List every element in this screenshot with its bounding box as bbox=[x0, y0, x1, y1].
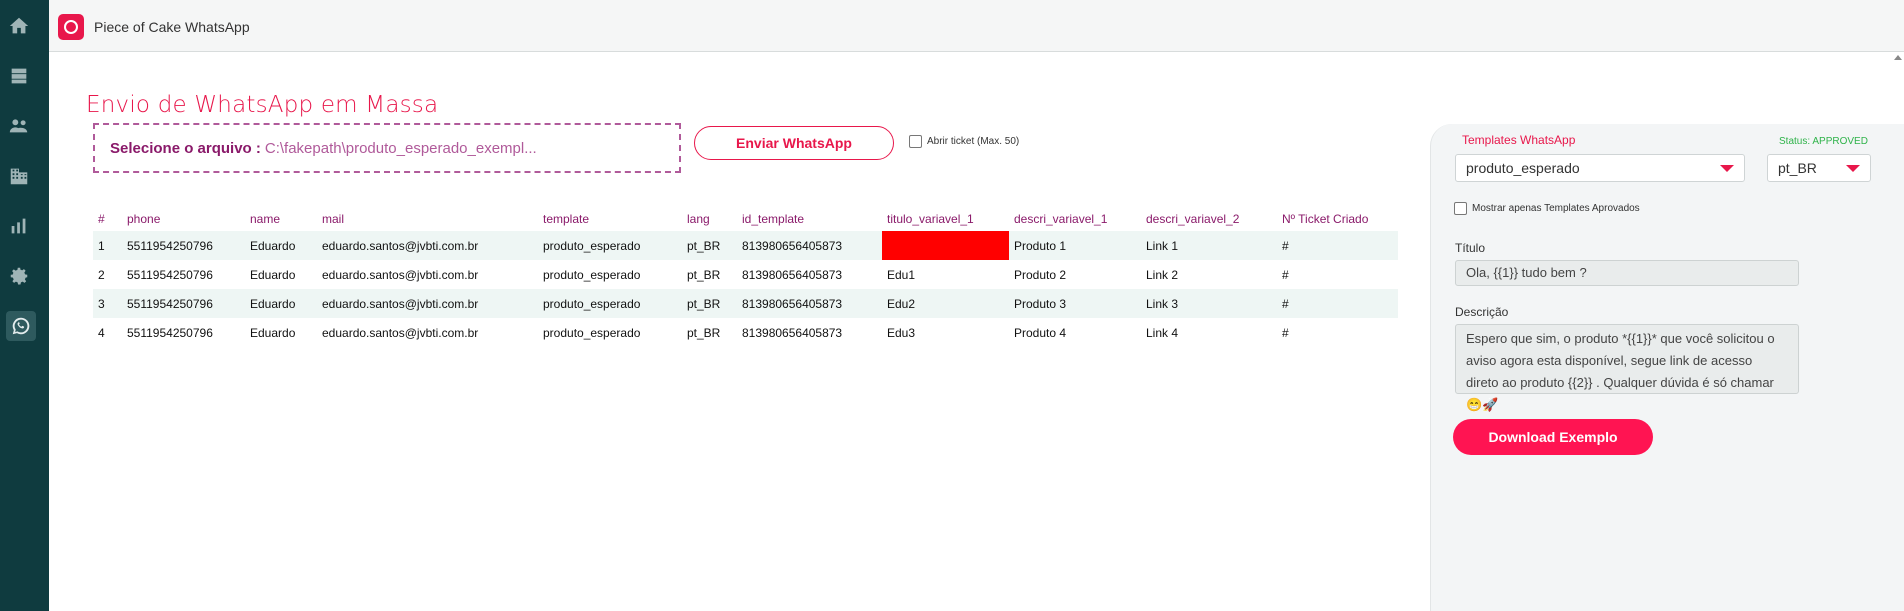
table-cell: Link 1 bbox=[1146, 238, 1179, 253]
chart-icon[interactable] bbox=[6, 213, 32, 239]
table-cell: 5511954250796 bbox=[127, 296, 213, 311]
approved-only-label: Mostrar apenas Templates Aprovados bbox=[1472, 203, 1640, 214]
whatsapp-icon[interactable] bbox=[6, 311, 36, 341]
template-panel: Templates WhatsApp Status: APPROVED prod… bbox=[1430, 124, 1904, 611]
table-header: # phone name mail template lang id_templ… bbox=[93, 207, 1398, 231]
table-cell: # bbox=[1282, 296, 1289, 311]
approved-only-option[interactable]: Mostrar apenas Templates Aprovados bbox=[1454, 202, 1640, 215]
send-whatsapp-button[interactable]: Enviar WhatsApp bbox=[694, 126, 894, 160]
table-cell: 1 bbox=[98, 238, 105, 253]
scroll-up-arrow-icon[interactable] bbox=[1894, 55, 1902, 60]
templates-label: Templates WhatsApp bbox=[1462, 133, 1576, 147]
table-cell: Produto 2 bbox=[1014, 267, 1067, 282]
table-cell: Edu3 bbox=[887, 325, 916, 340]
language-select[interactable]: pt_BR bbox=[1767, 154, 1871, 182]
table-cell: Eduardo bbox=[250, 296, 296, 311]
open-ticket-checkbox[interactable] bbox=[909, 135, 922, 148]
table-cell: Produto 4 bbox=[1014, 325, 1067, 340]
table-cell: Edu1 bbox=[887, 267, 916, 282]
open-ticket-option[interactable]: Abrir ticket (Max. 50) bbox=[909, 135, 1019, 148]
building-icon[interactable] bbox=[6, 163, 32, 189]
table-cell: Link 2 bbox=[1146, 267, 1179, 282]
template-select-value: produto_esperado bbox=[1466, 160, 1580, 176]
language-select-value: pt_BR bbox=[1778, 160, 1817, 176]
table-cell: 813980656405873 bbox=[742, 238, 843, 253]
app-title: Piece of Cake WhatsApp bbox=[94, 19, 250, 35]
table-cell: produto_esperado bbox=[543, 238, 641, 253]
table-cell: 4 bbox=[98, 325, 105, 340]
table-cell: 813980656405873 bbox=[742, 325, 843, 340]
table-cell: Edu2 bbox=[887, 296, 916, 311]
descricao-label: Descrição bbox=[1455, 305, 1509, 319]
table-cell: eduardo.santos@jvbti.com.br bbox=[322, 296, 479, 311]
table-cell: Link 3 bbox=[1146, 296, 1179, 311]
table-cell: Link 4 bbox=[1146, 325, 1179, 340]
column-header: id_template bbox=[742, 212, 805, 226]
table-cell: Eduardo bbox=[250, 325, 296, 340]
chevron-down-icon bbox=[1846, 165, 1860, 172]
table-cell: eduardo.santos@jvbti.com.br bbox=[322, 238, 479, 253]
column-header: template bbox=[543, 212, 590, 226]
table-cell: Eduardo bbox=[250, 238, 296, 253]
column-header: lang bbox=[687, 212, 710, 226]
open-ticket-label: Abrir ticket (Max. 50) bbox=[927, 136, 1020, 147]
file-select-label: Selecione o arquivo : bbox=[110, 139, 261, 157]
table-cell: eduardo.santos@jvbti.com.br bbox=[322, 267, 479, 282]
file-path: C:\fakepath\produto_esperado_exempl... bbox=[264, 139, 537, 157]
table-row: 2 5511954250796 Eduardo eduardo.santos@j… bbox=[93, 260, 1398, 289]
left-nav-rail bbox=[0, 0, 49, 611]
column-header: titulo_variavel_1 bbox=[887, 212, 974, 226]
table-cell: 3 bbox=[98, 296, 105, 311]
column-header: descri_variavel_2 bbox=[1146, 212, 1240, 226]
table-row: 3 5511954250796 Eduardo eduardo.santos@j… bbox=[93, 289, 1398, 318]
table-cell: pt_BR bbox=[687, 296, 721, 311]
chevron-down-icon bbox=[1720, 165, 1734, 172]
table-cell: pt_BR bbox=[687, 267, 721, 282]
column-header: descri_variavel_1 bbox=[1014, 212, 1108, 226]
file-select-dropzone[interactable]: Selecione o arquivo : C:\fakepath\produt… bbox=[93, 123, 681, 173]
titulo-field: Ola, {{1}} tudo bem ? bbox=[1455, 260, 1799, 286]
home-icon[interactable] bbox=[6, 13, 32, 39]
users-icon[interactable] bbox=[6, 113, 32, 139]
missing-value-cell bbox=[882, 231, 1009, 260]
column-header: Nº Ticket Criado bbox=[1282, 212, 1369, 226]
table-cell: # bbox=[1282, 238, 1289, 253]
table-cell: pt_BR bbox=[687, 238, 721, 253]
status-badge: Status: APPROVED bbox=[1779, 136, 1868, 147]
column-header: name bbox=[250, 212, 281, 226]
table-cell: eduardo.santos@jvbti.com.br bbox=[322, 325, 479, 340]
table-row: 4 5511954250796 Eduardo eduardo.santos@j… bbox=[93, 318, 1398, 347]
contacts-table: # phone name mail template lang id_templ… bbox=[93, 207, 1398, 347]
table-cell: 5511954250796 bbox=[127, 325, 213, 340]
table-cell: 5511954250796 bbox=[127, 238, 213, 253]
table-cell: pt_BR bbox=[687, 325, 721, 340]
table-cell: produto_esperado bbox=[543, 325, 641, 340]
table-cell: 813980656405873 bbox=[742, 296, 843, 311]
table-cell: Produto 1 bbox=[1014, 238, 1067, 253]
gear-icon[interactable] bbox=[6, 263, 32, 289]
download-example-button[interactable]: Download Exemplo bbox=[1453, 419, 1653, 455]
column-header: phone bbox=[127, 212, 161, 226]
table-cell: 2 bbox=[98, 267, 105, 282]
table-cell: produto_esperado bbox=[543, 267, 641, 282]
descricao-field: Espero que sim, o produto *{{1}}* que vo… bbox=[1455, 324, 1799, 412]
table-cell: produto_esperado bbox=[543, 296, 641, 311]
table-cell: # bbox=[1282, 267, 1289, 282]
template-select[interactable]: produto_esperado bbox=[1455, 154, 1745, 182]
app-logo-icon bbox=[58, 14, 84, 40]
table-cell: 5511954250796 bbox=[127, 267, 213, 282]
page-title: Envio de WhatsApp em Massa bbox=[86, 92, 439, 118]
column-header: mail bbox=[322, 212, 345, 226]
table-cell: 813980656405873 bbox=[742, 267, 843, 282]
database-icon[interactable] bbox=[6, 63, 32, 89]
titulo-label: Título bbox=[1455, 241, 1486, 255]
top-bar: Piece of Cake WhatsApp bbox=[49, 0, 1904, 52]
table-cell: Eduardo bbox=[250, 267, 296, 282]
table-cell: Produto 3 bbox=[1014, 296, 1067, 311]
table-cell: # bbox=[1282, 325, 1289, 340]
column-header: # bbox=[98, 212, 105, 226]
table-row: 1 5511954250796 Eduardo eduardo.santos@j… bbox=[93, 231, 1398, 260]
approved-only-checkbox[interactable] bbox=[1454, 202, 1467, 215]
